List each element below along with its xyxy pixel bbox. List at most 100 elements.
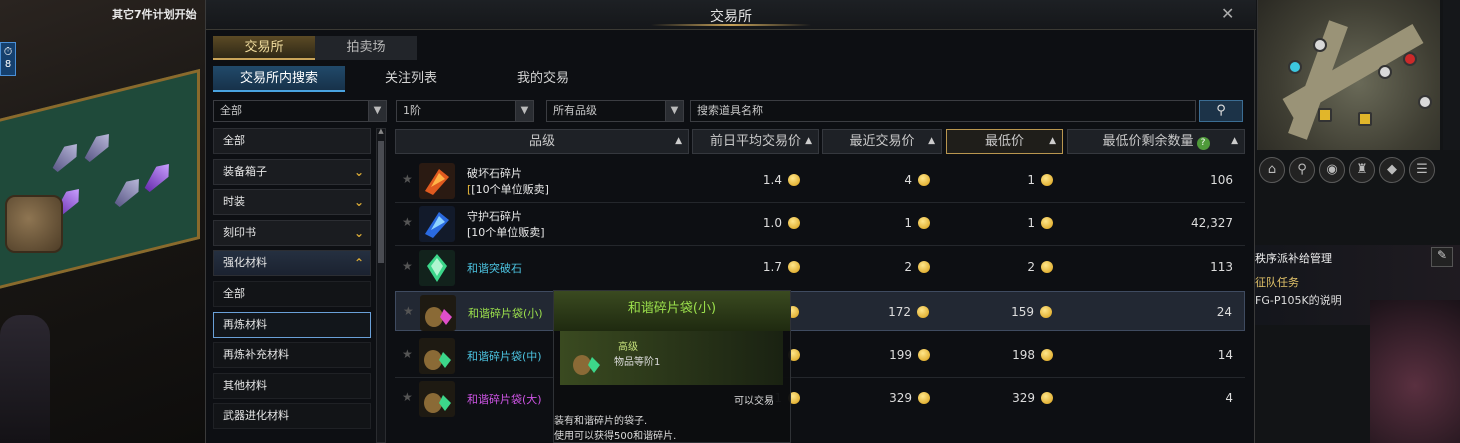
event-notice: 其它7件计划开始 bbox=[112, 8, 197, 21]
scroll-up-icon[interactable]: ▲ bbox=[377, 127, 385, 135]
search-icon: ⚲ bbox=[1216, 103, 1226, 118]
search-input[interactable]: 搜索道具名称 bbox=[690, 100, 1196, 122]
table-row[interactable]: ★ 和谐碎片袋(小) 5 172 159 24 bbox=[395, 291, 1245, 331]
menu-icon[interactable]: ☰ bbox=[1409, 157, 1435, 183]
npc-marker-icon[interactable] bbox=[1358, 112, 1372, 126]
qty-cell: 14 bbox=[1217, 348, 1233, 362]
favorite-star-icon[interactable]: ★ bbox=[402, 215, 413, 229]
tab-auction[interactable]: 拍卖场 bbox=[315, 36, 417, 60]
destruction-shard-icon bbox=[419, 163, 455, 199]
avg-price-value: 1.4 bbox=[762, 173, 782, 187]
col-header-lowest-price[interactable]: 最低价 ▲ bbox=[946, 129, 1063, 154]
favorite-star-icon[interactable]: ★ bbox=[402, 390, 413, 404]
recent-price-cell: 1 bbox=[904, 216, 930, 230]
subcategory-item[interactable]: 再炼材料 bbox=[213, 311, 371, 338]
unit-text: [10个单位贩卖] bbox=[467, 226, 545, 239]
diamond-icon[interactable]: ◆ bbox=[1379, 157, 1405, 183]
avg-price-cell: 1.4 bbox=[763, 173, 800, 187]
col-header-avg-price[interactable]: 前日平均交易价 ▲ bbox=[692, 129, 819, 154]
table-row[interactable]: ★ 和谐碎片袋(大) 1 329 329 4 bbox=[395, 378, 1245, 418]
search-button[interactable]: ⚲ bbox=[1199, 100, 1243, 122]
table-row[interactable]: ★ 破坏石碎片 [[10个单位贩卖] 1.4 4 1 106 bbox=[395, 160, 1245, 200]
gold-coin-icon bbox=[1041, 174, 1053, 186]
tab-watchlist[interactable]: 关注列表 bbox=[345, 66, 477, 92]
lowest-price-cell: 1 bbox=[1027, 173, 1053, 187]
tooltip-header: 高级 物品等阶1 bbox=[560, 331, 783, 385]
col-header-lowest-qty[interactable]: 最低价剩余数量? ▲ bbox=[1067, 129, 1245, 154]
tab-my-trades[interactable]: 我的交易 bbox=[477, 66, 609, 92]
timer-widget[interactable]: ⏱ 8 bbox=[0, 42, 16, 76]
qty-cell: 42,327 bbox=[1191, 216, 1233, 230]
col-header-recent-price[interactable]: 最近交易价 ▲ bbox=[822, 129, 942, 154]
item-name: 和谐碎片袋(大) bbox=[467, 393, 542, 406]
category-scrollbar[interactable]: ▲ bbox=[376, 127, 386, 443]
lowest-price-cell: 329 bbox=[1012, 391, 1053, 405]
favorite-star-icon[interactable]: ★ bbox=[402, 259, 413, 273]
map-marker-icon[interactable] bbox=[1313, 38, 1327, 52]
close-icon[interactable]: ✕ bbox=[1221, 4, 1234, 23]
favorite-star-icon[interactable]: ★ bbox=[402, 172, 413, 186]
shop-icon[interactable]: ♜ bbox=[1349, 157, 1375, 183]
timer-count: 8 bbox=[4, 59, 12, 70]
scrollbar-thumb[interactable] bbox=[378, 141, 384, 263]
category-item[interactable]: 刻印书 ⌄ bbox=[213, 219, 371, 246]
table-row[interactable]: ★ 守护石碎片 [10个单位贩卖] 1.0 1 1 42,327 bbox=[395, 203, 1245, 243]
tooltip-description: 装有和谐碎片的袋子. bbox=[554, 416, 648, 427]
map-marker-icon[interactable] bbox=[1378, 65, 1392, 79]
gold-coin-icon bbox=[918, 261, 930, 273]
col-header-grade[interactable]: 品级 ▲ bbox=[395, 129, 689, 154]
recent-price-value: 4 bbox=[904, 173, 912, 187]
pin-icon[interactable]: ✎ bbox=[1431, 247, 1453, 267]
gold-coin-icon bbox=[1041, 392, 1053, 404]
subcategory-item[interactable]: 再炼补充材料 bbox=[213, 342, 371, 369]
quest-marker-icon[interactable] bbox=[1403, 52, 1417, 66]
quest-title[interactable]: 秩序派补给管理 bbox=[1255, 250, 1332, 266]
item-tooltip: 和谐碎片袋(小) 高级 物品等阶1 可以交易 装有和谐碎片的袋子. 使用可以获得… bbox=[553, 290, 791, 443]
grade-select[interactable]: 所有品级 ▼ bbox=[546, 100, 684, 122]
lowest-price-value: 159 bbox=[1011, 305, 1034, 319]
tab-exchange[interactable]: 交易所 bbox=[213, 36, 315, 60]
subcategory-item[interactable]: 武器进化材料 bbox=[213, 403, 371, 430]
category-item[interactable]: 全部 bbox=[213, 128, 371, 154]
subcategory-item[interactable]: 其他材料 bbox=[213, 372, 371, 399]
col-header-label: 前日平均交易价 bbox=[709, 134, 801, 149]
recent-price-cell: 2 bbox=[904, 260, 930, 274]
subcategory-item[interactable]: 全部 bbox=[213, 280, 371, 307]
favorite-star-icon[interactable]: ★ bbox=[402, 347, 413, 361]
chevron-down-icon: ⌄ bbox=[353, 225, 364, 240]
qty-cell: 113 bbox=[1210, 260, 1233, 274]
category-label: 全部 bbox=[223, 286, 245, 300]
tier-select[interactable]: 1阶 ▼ bbox=[396, 100, 534, 122]
search-npc-icon[interactable]: ⚲ bbox=[1289, 157, 1315, 183]
sort-icon: ▲ bbox=[1231, 136, 1238, 146]
category-label: 其他材料 bbox=[223, 378, 267, 392]
category-item[interactable]: 时装 ⌄ bbox=[213, 189, 371, 216]
category-select[interactable]: 全部 ▼ bbox=[213, 100, 387, 122]
map-marker-icon[interactable] bbox=[1418, 95, 1432, 109]
character-figure bbox=[0, 315, 50, 443]
tab-search[interactable]: 交易所内搜索 bbox=[213, 66, 345, 92]
category-item[interactable]: 装备箱子 ⌄ bbox=[213, 158, 371, 185]
minimap[interactable] bbox=[1257, 0, 1440, 150]
tooltip-tradable: 可以交易 bbox=[734, 396, 774, 407]
camera-icon[interactable]: ◉ bbox=[1319, 157, 1345, 183]
item-name: 守护石碎片 bbox=[467, 210, 522, 223]
table-row[interactable]: ★ 和谐突破石 1.7 2 2 113 bbox=[395, 247, 1245, 287]
favorite-star-icon[interactable]: ★ bbox=[403, 304, 414, 318]
tier-select-value: 1阶 bbox=[403, 104, 421, 117]
harmony-pouch-large-icon bbox=[419, 381, 455, 417]
table-row[interactable]: ★ 和谐碎片袋(中) 1 199 198 14 bbox=[395, 335, 1245, 375]
lowest-price-value: 198 bbox=[1012, 348, 1035, 362]
help-icon[interactable]: ? bbox=[1196, 137, 1210, 150]
merchant-table bbox=[0, 68, 200, 292]
item-name: 和谐突破石 bbox=[467, 262, 522, 275]
home-icon[interactable]: ⌂ bbox=[1259, 157, 1285, 183]
harmony-leapstone-icon bbox=[419, 250, 455, 286]
recent-price-value: 1 bbox=[904, 216, 912, 230]
item-unit: [10个单位贩卖] bbox=[467, 224, 545, 240]
stopwatch-icon: ⏱ bbox=[3, 45, 13, 58]
npc-marker-icon[interactable] bbox=[1318, 108, 1332, 122]
sort-icon: ▲ bbox=[928, 136, 935, 146]
qty-cell: 4 bbox=[1225, 391, 1233, 405]
category-item[interactable]: 强化材料 ⌃ bbox=[213, 250, 371, 277]
